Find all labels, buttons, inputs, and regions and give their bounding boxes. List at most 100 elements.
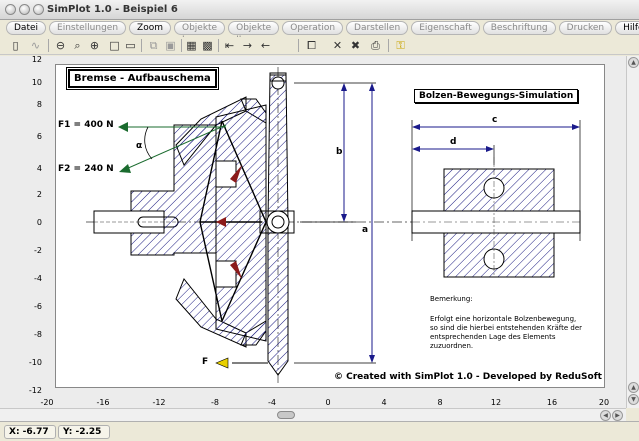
y-tick-label: 0 (36, 218, 42, 227)
layer-icon[interactable]: ▣ (163, 38, 178, 53)
dim-a-label: a (362, 225, 369, 235)
drawing-area[interactable]: Bremse - Aufbauschema Bolzen-Bewegungs-S… (55, 64, 605, 388)
x-tick-label: 0 (325, 398, 331, 407)
arrow-right-icon[interactable]: → (240, 38, 255, 53)
frame-icon[interactable]: □ (107, 38, 122, 53)
status-x-coordinate: X: -6.77 (4, 425, 56, 439)
zoom-out-icon[interactable]: ⊖ (53, 38, 68, 53)
toolbar-separator (181, 39, 182, 52)
image-icon[interactable]: ▩ (200, 38, 215, 53)
copy-object-icon[interactable]: ⧉ (146, 38, 161, 53)
y-tick-label: -12 (28, 386, 42, 395)
menu-operation[interactable]: Operation (282, 21, 344, 35)
force-f2-label: F2 = 240 N (58, 164, 114, 174)
table-icon[interactable]: ▦ (184, 38, 199, 53)
dim-b-label: b (336, 147, 343, 157)
scroll-up-small-icon[interactable]: ▲ (628, 382, 639, 393)
y-tick-label: 4 (36, 164, 42, 173)
y-tick-label: -2 (34, 246, 42, 255)
force-f2-arrow (119, 164, 131, 173)
y-tick-label: 8 (36, 100, 42, 109)
help-key-icon[interactable]: ⚿ (393, 38, 408, 53)
delete-icon[interactable]: ✕ (330, 38, 345, 53)
calculator-icon[interactable]: ▯ (8, 38, 23, 53)
menu-objekte-2[interactable]: Objekte II (228, 21, 280, 45)
menu-einstellungen[interactable]: Einstellungen (49, 21, 127, 35)
status-y-coordinate: Y: -2.25 (58, 425, 110, 439)
force-f1-label: F1 = 400 N (58, 120, 114, 130)
angle-alpha-label: α (136, 141, 143, 151)
x-tick-label: 16 (546, 398, 558, 407)
pad-slot-upper (215, 160, 237, 188)
toolbar-separator (298, 39, 299, 52)
x-tick-label: 8 (437, 398, 443, 407)
curve-icon[interactable]: ∿ (28, 38, 43, 53)
remark-line: zuzuordnen. (430, 342, 474, 350)
lever-pivot (271, 76, 285, 90)
scroll-right-icon[interactable]: ▶ (612, 410, 623, 421)
menu-beschriftung[interactable]: Beschriftung (482, 21, 556, 35)
y-tick-label: -8 (34, 330, 42, 339)
toolbar-separator (48, 39, 49, 52)
horizontal-scrollbar[interactable]: ◀ ▶ (0, 408, 626, 421)
remark-title: Bemerkung: (430, 295, 473, 303)
arrow-left-icon[interactable]: ← (258, 38, 273, 53)
y-tick-label: -4 (34, 274, 42, 283)
horizontal-scroll-thumb[interactable] (277, 411, 295, 419)
menu-drucken[interactable]: Drucken (558, 21, 613, 35)
print-icon[interactable]: ⎙ (368, 38, 383, 53)
move-left-icon[interactable]: ⇤ (222, 38, 237, 53)
minimize-window-icon[interactable] (19, 4, 30, 15)
menu-datei[interactable]: Datei (6, 21, 47, 35)
y-tick-label: 12 (31, 55, 42, 64)
dim-c-label: c (492, 115, 498, 125)
y-tick-label: -10 (28, 358, 42, 367)
credit-text: © Created with SimPlot 1.0 - Developed b… (334, 372, 602, 382)
angle-alpha-arc (144, 126, 153, 160)
x-tick-label: 4 (381, 398, 387, 407)
window-title: SimPlot 1.0 - Beispiel 6 (47, 4, 178, 15)
remark-line: entsprechenden Lage des Elements (430, 333, 556, 341)
menu-eigenschaft[interactable]: Eigenschaft (411, 21, 480, 35)
dim-d-label: d (450, 137, 457, 147)
x-tick-label: 20 (598, 398, 610, 407)
menu-darstellen[interactable]: Darstellen (346, 21, 409, 35)
force-f-arrow (215, 357, 229, 369)
toolbar-separator (141, 39, 142, 52)
force-f-label: F (202, 357, 209, 367)
y-tick-label: 6 (36, 132, 42, 141)
scroll-down-icon[interactable]: ▼ (628, 394, 639, 405)
maximize-window-icon[interactable] (33, 4, 44, 15)
vertical-scrollbar[interactable]: ▲ ▲ ▼ (626, 56, 639, 408)
delete-all-icon[interactable]: ✖ (348, 38, 363, 53)
x-tick-label: -8 (211, 398, 219, 407)
menu-zoom[interactable]: Zoom (129, 21, 171, 35)
toolbar-separator (218, 39, 219, 52)
y-tick-label: 10 (31, 78, 42, 87)
scroll-left-icon[interactable]: ◀ (600, 410, 611, 421)
x-tick-label: -4 (268, 398, 276, 407)
menu-bar: Datei Einstellungen Zoom Objekte I Objek… (0, 20, 639, 45)
lever-bolt-inner (271, 215, 285, 229)
scroll-up-icon[interactable]: ▲ (628, 57, 639, 68)
zoom-search-icon[interactable]: ⌕ (70, 38, 85, 53)
drawing-title-right: Bolzen-Bewegungs-Simulation (414, 89, 579, 103)
menu-objekte-1[interactable]: Objekte I (173, 21, 226, 45)
toolbar: ▯ ∿ ⊖ ⌕ ⊕ □ ▭ ⧉ ▣ ▦ ▩ ⇤ → ← ⧠ ✕ ✖ ⎙ ⚿ (0, 37, 639, 55)
remark-line: so sind die hierbei entstehenden Kräfte … (430, 324, 583, 332)
plot-canvas[interactable]: 12 10 8 6 4 2 0 -2 -4 -6 -8 -10 -12 Brem… (0, 55, 626, 408)
y-tick-label: -6 (34, 302, 42, 311)
zoom-in-icon[interactable]: ⊕ (87, 38, 102, 53)
remark-line: Erfolgt eine horizontale Bolzenbewegung, (430, 315, 577, 323)
x-tick-label: -12 (152, 398, 166, 407)
duplicate-icon[interactable]: ⧠ (304, 38, 319, 53)
fit-icon[interactable]: ▭ (123, 38, 138, 53)
close-window-icon[interactable] (5, 4, 16, 15)
toolbar-separator (388, 39, 389, 52)
y-tick-label: 2 (36, 190, 42, 199)
window-controls (5, 4, 44, 15)
x-tick-label: -16 (96, 398, 110, 407)
menu-hilfe[interactable]: Hilfe (615, 21, 639, 35)
title-bar: SimPlot 1.0 - Beispiel 6 (0, 0, 639, 20)
status-bar: X: -6.77 Y: -2.25 (0, 421, 639, 441)
